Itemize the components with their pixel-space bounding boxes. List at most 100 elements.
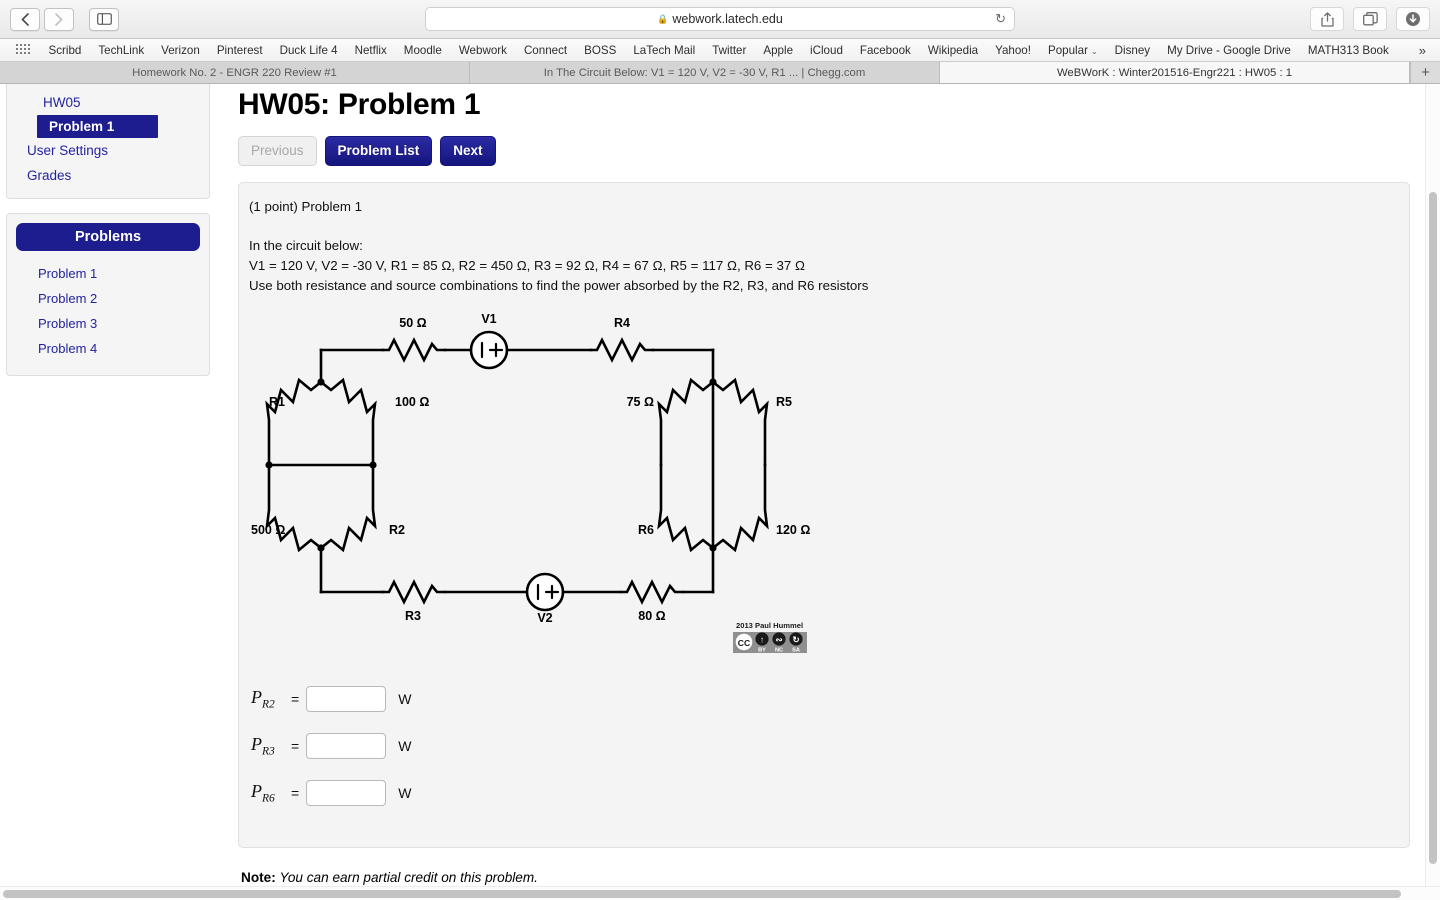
svg-text:↑: ↑ (760, 634, 764, 644)
vertical-scrollbar[interactable] (1425, 84, 1440, 900)
answer-input-r6[interactable] (306, 779, 387, 806)
label-r3: R3 (405, 609, 421, 623)
bookmark-wikipedia[interactable]: Wikipedia (919, 44, 986, 57)
bookmark-my-drive-google-drive[interactable]: My Drive - Google Drive (1159, 44, 1300, 57)
left-sidebar: HW05 Problem 1 User Settings Grades Prob… (0, 84, 220, 900)
problems-panel-header: Problems (16, 223, 200, 251)
forward-button[interactable] (44, 7, 74, 31)
new-tab-button[interactable]: + (1410, 62, 1440, 83)
answer-label-r3: PR3 (251, 733, 275, 758)
bookmark-verizon[interactable]: Verizon (153, 44, 209, 57)
label-50-ohm: 50 Ω (399, 316, 426, 330)
back-button[interactable] (10, 7, 40, 31)
answer-row-r6: PR6 = W (251, 779, 1395, 806)
page-title: HW05: Problem 1 (238, 88, 481, 121)
bookmark-webwork[interactable]: Webwork (450, 44, 515, 57)
bookmark-facebook[interactable]: Facebook (851, 44, 919, 57)
problem-nav-buttons: Previous Problem List Next (238, 136, 1410, 166)
sidebar-item-problem-1[interactable]: Problem 1 (37, 115, 159, 138)
next-button[interactable]: Next (440, 136, 496, 166)
problem-link-4[interactable]: Problem 4 (16, 336, 200, 361)
bookmark-techlink[interactable]: TechLink (90, 44, 153, 57)
lock-icon: 🔒 (657, 13, 669, 24)
problem-intro: In the circuit below: (249, 237, 363, 253)
cc-credit-text: 2013 Paul Hummel (736, 621, 803, 630)
note-label: Note: (241, 869, 276, 885)
sidebar-item-user-settings[interactable]: User Settings (7, 138, 209, 163)
partial-credit-note: Note: You can earn partial credit on thi… (241, 870, 1410, 885)
tab-chegg[interactable]: In The Circuit Below: V1 = 120 V, V2 = -… (470, 62, 940, 83)
cc-sa-text: SA (792, 647, 800, 653)
cc-nc-text: NC (775, 647, 783, 653)
answer-input-r2[interactable] (306, 685, 387, 712)
answer-label-r2: PR2 (251, 686, 275, 711)
bookmark-disney[interactable]: Disney (1106, 44, 1158, 57)
problem-link-2[interactable]: Problem 2 (16, 286, 200, 311)
label-v2: V2 (537, 611, 552, 625)
navigation-buttons (10, 7, 119, 31)
sidebar-item-problem-1-wrap: Problem 1 (7, 115, 209, 138)
problem-values: V1 = 120 V, V2 = -30 V, R1 = 85 Ω, R2 = … (249, 257, 805, 273)
answer-row-r2: PR2 = W (251, 685, 1395, 712)
vertical-scrollbar-thumb[interactable] (1429, 192, 1437, 864)
tab-bar: Homework No. 2 - ENGR 220 Review #1 In T… (0, 62, 1440, 84)
apps-grid-icon[interactable] (16, 44, 32, 56)
browser-toolbar: 🔒 webwork.latech.edu ↻ (0, 0, 1440, 39)
problem-list-button[interactable]: Problem List (324, 136, 433, 166)
share-button[interactable] (1310, 7, 1344, 31)
bookmark-duck-life-4[interactable]: Duck Life 4 (271, 44, 346, 57)
label-80-ohm: 80 Ω (638, 609, 665, 623)
label-r5: R5 (776, 395, 792, 409)
previous-button[interactable]: Previous (238, 136, 317, 166)
bookmark-pinterest[interactable]: Pinterest (208, 44, 271, 57)
cc-by-text: BY (758, 647, 766, 653)
share-icon (1320, 11, 1334, 27)
answer-unit-r3: W (398, 737, 412, 754)
show-tabs-button[interactable] (1353, 7, 1387, 31)
tab-webwork[interactable]: WeBWorK : Winter201516-Engr221 : HW05 : … (940, 62, 1410, 83)
label-100-ohm: 100 Ω (395, 395, 429, 409)
horizontal-scrollbar[interactable] (0, 886, 1440, 900)
horizontal-scrollbar-thumb[interactable] (3, 890, 1401, 898)
cc-logo-text: CC (738, 638, 750, 648)
sidebar-toggle-button[interactable] (89, 7, 119, 31)
answer-label-r6: PR6 (251, 780, 275, 805)
bookmark-popular-folder[interactable]: Popular ⌄ (1039, 44, 1106, 57)
bookmark-connect[interactable]: Connect (515, 44, 575, 57)
answer-row-r3: PR3 = W (251, 732, 1395, 759)
bookmark-yahoo[interactable]: Yahoo! (987, 44, 1040, 57)
label-v1: V1 (481, 312, 496, 326)
tab-homework-no-2[interactable]: Homework No. 2 - ENGR 220 Review #1 (0, 62, 470, 83)
bookmarks-overflow-icon[interactable]: » (1419, 43, 1426, 58)
sidebar-item-hw05[interactable]: HW05 (7, 90, 209, 115)
problem-instruction: Use both resistance and source combinati… (249, 277, 869, 293)
page-content: HW05 Problem 1 User Settings Grades Prob… (0, 84, 1440, 900)
problem-link-3[interactable]: Problem 3 (16, 311, 200, 336)
downloads-button[interactable] (1396, 7, 1430, 31)
problem-link-1[interactable]: Problem 1 (16, 261, 200, 286)
answer-input-r3[interactable] (306, 732, 387, 759)
bookmark-boss[interactable]: BOSS (576, 44, 625, 57)
nav-panel: HW05 Problem 1 User Settings Grades (6, 84, 210, 199)
address-bar[interactable]: 🔒 webwork.latech.edu ↻ (425, 7, 1015, 31)
circuit-schematic-svg: 50 Ω V1 R4 R1 100 Ω 500 Ω R2 75 Ω R5 R6 (251, 312, 810, 654)
sidebar-item-grades[interactable]: Grades (7, 163, 209, 188)
bookmarks-list: Scribd TechLink Verizon Pinterest Duck L… (40, 43, 1434, 58)
bookmark-icloud[interactable]: iCloud (802, 44, 852, 57)
bookmark-math313-book[interactable]: MATH313 Book (1299, 44, 1397, 57)
label-500-ohm: 500 Ω (251, 523, 285, 537)
label-r1: R1 (269, 395, 285, 409)
bookmark-latech-mail[interactable]: LaTech Mail (625, 44, 704, 57)
reload-icon[interactable]: ↻ (995, 11, 1006, 27)
bookmark-apple[interactable]: Apple (755, 44, 802, 57)
bookmark-moodle[interactable]: Moodle (395, 44, 450, 57)
browser-window: 🔒 webwork.latech.edu ↻ Scribd TechLink V… (0, 0, 1440, 900)
equals-sign-r2: = (291, 690, 300, 707)
bookmark-twitter[interactable]: Twitter (704, 44, 755, 57)
bookmark-netflix[interactable]: Netflix (346, 44, 395, 57)
show-tabs-icon (1362, 12, 1378, 26)
bookmark-scribd[interactable]: Scribd (40, 44, 90, 57)
back-chevron-icon (21, 12, 29, 26)
label-r4: R4 (614, 316, 630, 330)
note-text: You can earn partial credit on this prob… (279, 869, 538, 885)
